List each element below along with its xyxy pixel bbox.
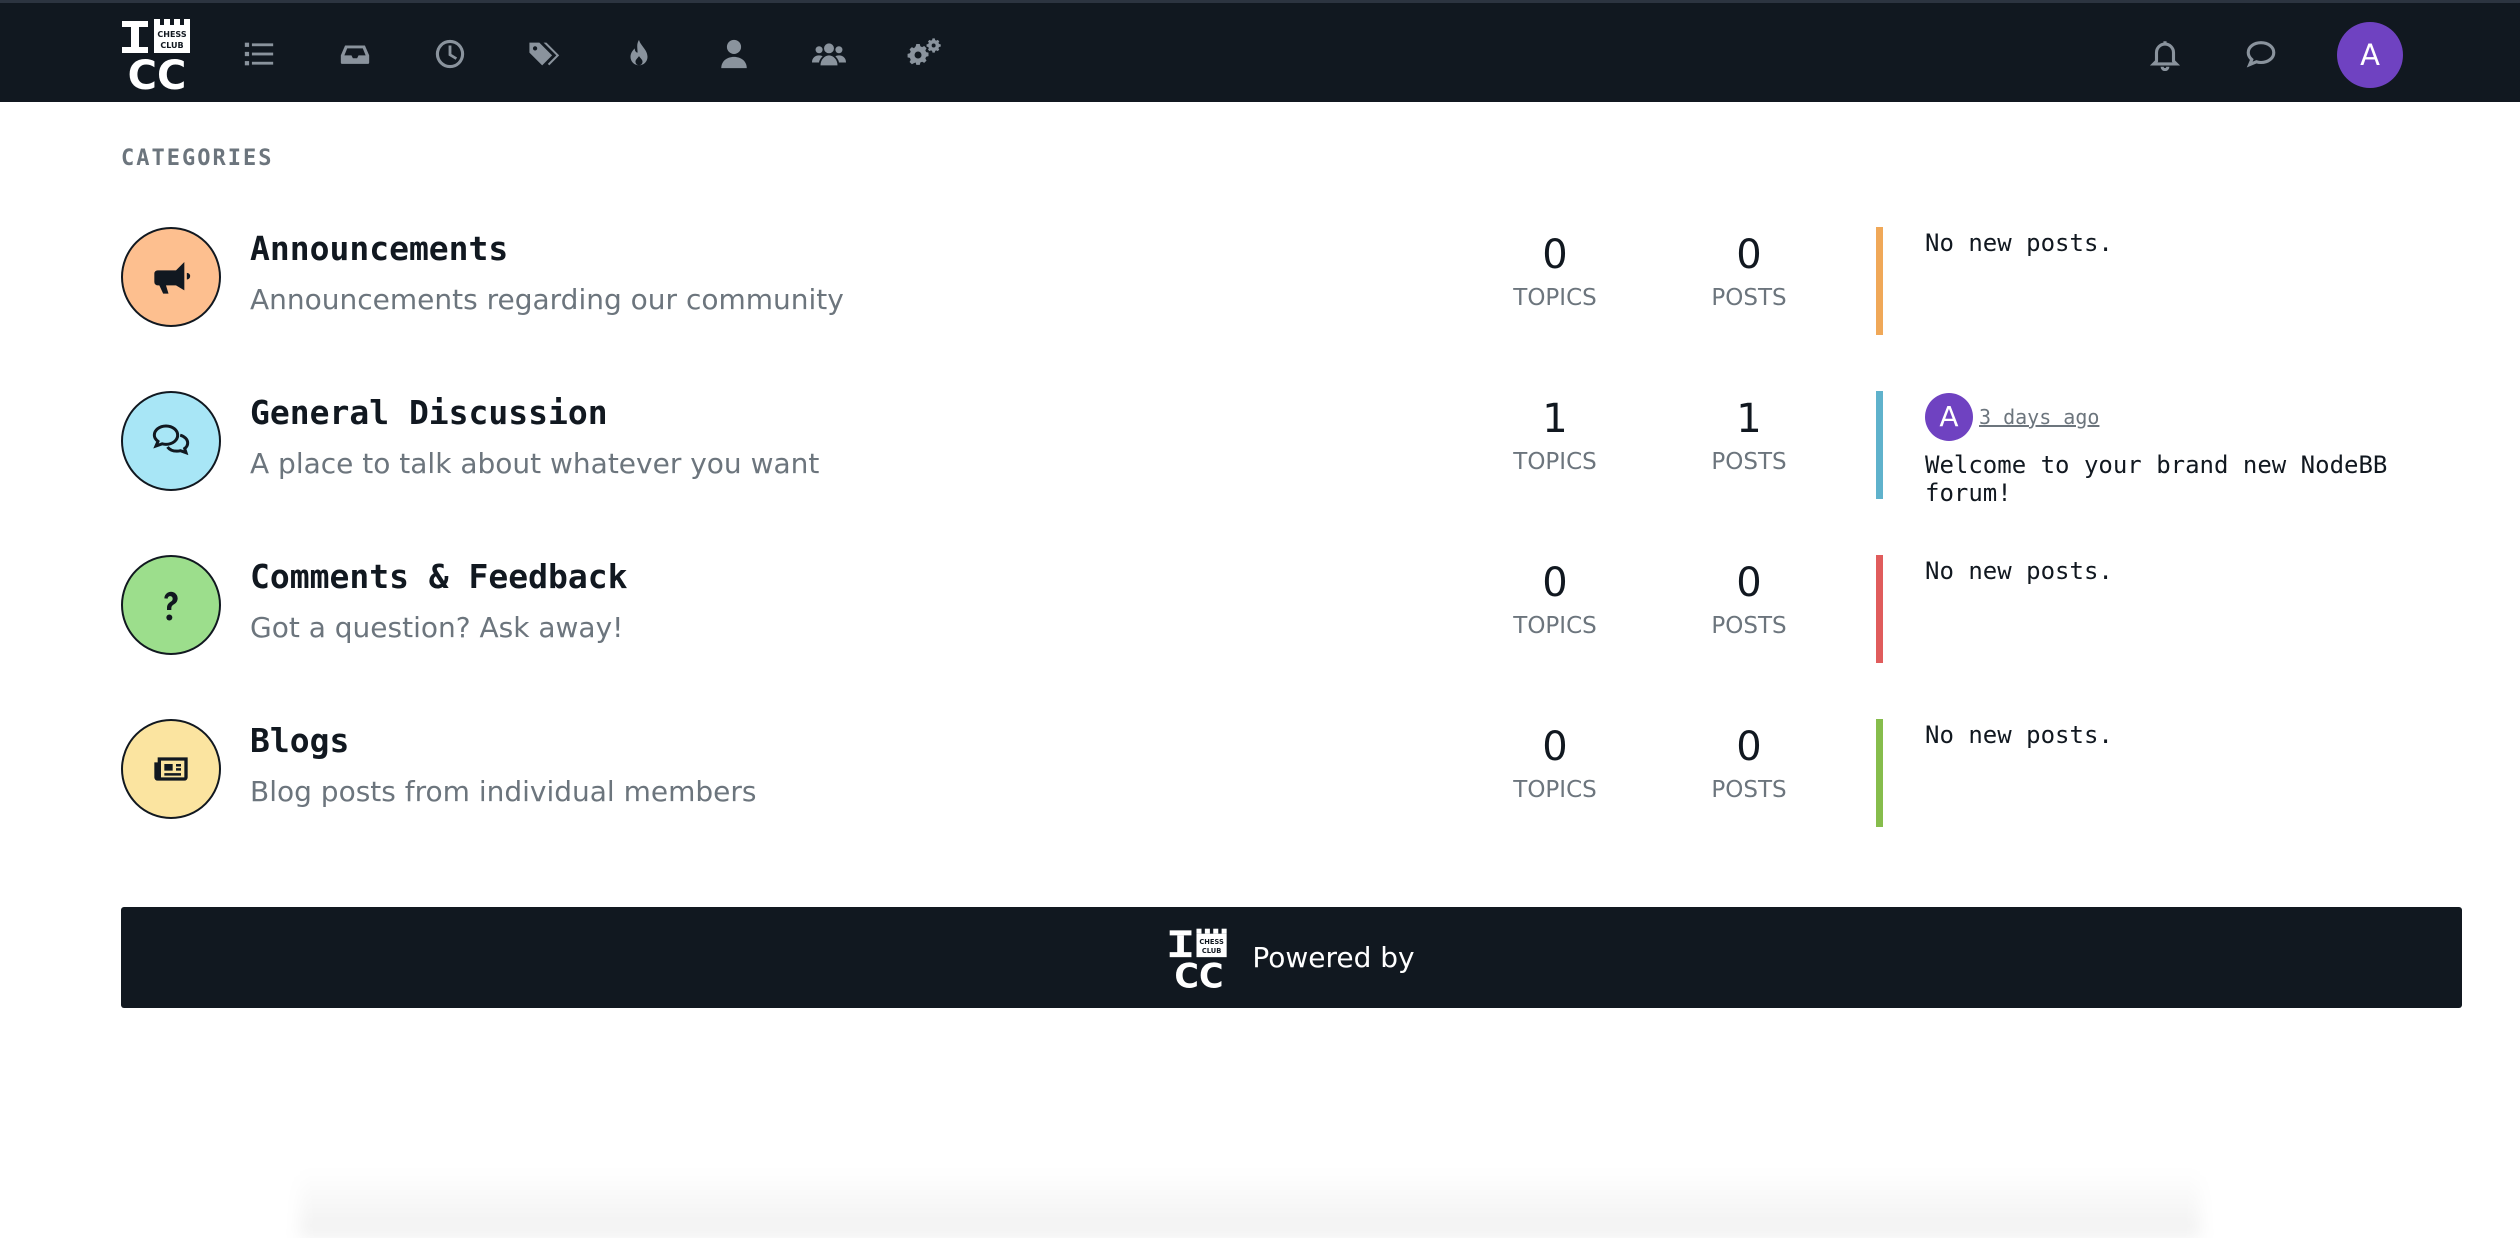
svg-text:CC: CC [128, 53, 187, 91]
unread-icon[interactable] [334, 33, 376, 75]
popular-icon[interactable] [618, 33, 660, 75]
last-post: A 3 days ago Welcome to your brand new N… [1925, 393, 2405, 507]
last-post-avatar[interactable]: A [1925, 393, 1973, 441]
recent-icon[interactable] [429, 33, 471, 75]
category-description: Announcements regarding our community [250, 283, 844, 316]
svg-text:CLUB: CLUB [1202, 946, 1221, 954]
last-post: No new posts. [1925, 229, 2405, 257]
category-title[interactable]: General Discussion [250, 393, 608, 432]
topics-stat: 1 TOPICS [1490, 391, 1620, 475]
topics-count: 1 [1542, 396, 1568, 442]
categories-icon[interactable] [238, 33, 280, 75]
last-post: No new posts. [1925, 721, 2405, 749]
posts-count: 0 [1736, 724, 1762, 770]
category-title[interactable]: Comments & Feedback [250, 557, 628, 596]
page-title: CATEGORIES [121, 146, 274, 171]
category-color-bar [1876, 227, 1883, 335]
question-icon [164, 591, 178, 621]
last-post-text: No new posts. [1925, 229, 2113, 257]
posts-count: 1 [1736, 396, 1762, 442]
category-icon-wrapper[interactable] [121, 719, 221, 819]
category-icon-wrapper[interactable] [121, 227, 221, 327]
groups-icon[interactable] [808, 33, 850, 75]
svg-text:CHESS: CHESS [157, 30, 186, 39]
topics-label: TOPICS [1513, 449, 1597, 475]
category-color-bar [1876, 719, 1883, 827]
ichess-club-logo[interactable]: CHESS CLUB CC [120, 17, 194, 91]
topics-count: 0 [1542, 724, 1568, 770]
posts-count: 0 [1736, 232, 1762, 278]
page-bottom-shadow [300, 1170, 2200, 1238]
posts-label: POSTS [1711, 613, 1787, 639]
category-title[interactable]: Blogs [250, 721, 349, 760]
posts-label: POSTS [1711, 449, 1787, 475]
bell-icon[interactable] [2144, 33, 2186, 75]
topics-label: TOPICS [1513, 613, 1597, 639]
category-description: Blog posts from individual members [250, 775, 757, 808]
category-color-bar [1876, 555, 1883, 663]
category-row: Announcements Announcements regarding ou… [0, 227, 2520, 347]
topics-stat: 0 TOPICS [1490, 719, 1620, 803]
footer: CHESS CLUB CC Powered by [121, 907, 2462, 1008]
users-icon[interactable] [713, 33, 755, 75]
last-post-text[interactable]: Welcome to your brand new NodeBB forum! [1925, 451, 2405, 507]
category-row: Comments & Feedback Got a question? Ask … [0, 555, 2520, 675]
topics-stat: 0 TOPICS [1490, 227, 1620, 311]
category-row: General Discussion A place to talk about… [0, 391, 2520, 511]
category-description: Got a question? Ask away! [250, 611, 624, 644]
last-post: No new posts. [1925, 557, 2405, 585]
topics-stat: 0 TOPICS [1490, 555, 1620, 639]
comments-icon [152, 424, 190, 456]
topics-count: 0 [1542, 232, 1568, 278]
category-icon-wrapper[interactable] [121, 555, 221, 655]
last-post-text: No new posts. [1925, 557, 2113, 585]
posts-stat: 0 POSTS [1684, 719, 1814, 803]
posts-stat: 0 POSTS [1684, 555, 1814, 639]
category-description: A place to talk about whatever you want [250, 447, 820, 480]
ichess-club-logo[interactable]: CHESS CLUB CC [1168, 927, 1230, 989]
category-row: Blogs Blog posts from individual members… [0, 719, 2520, 839]
admin-icon[interactable] [903, 33, 945, 75]
posts-stat: 1 POSTS [1684, 391, 1814, 475]
svg-text:CHESS: CHESS [1200, 937, 1225, 945]
bullhorn-icon [154, 262, 191, 294]
category-title[interactable]: Announcements [250, 229, 508, 268]
tags-icon[interactable] [524, 33, 566, 75]
top-navbar: CHESS CLUB CC A [0, 0, 2520, 102]
svg-text:CC: CC [1175, 956, 1224, 989]
newspaper-icon [154, 757, 188, 781]
topics-label: TOPICS [1513, 285, 1597, 311]
last-post-time-link[interactable]: 3 days ago [1979, 403, 2099, 431]
powered-by-text: Powered by [1252, 941, 1415, 974]
user-avatar[interactable]: A [2337, 22, 2403, 88]
svg-text:CLUB: CLUB [160, 41, 183, 50]
posts-stat: 0 POSTS [1684, 227, 1814, 311]
topics-count: 0 [1542, 560, 1568, 606]
category-icon-wrapper[interactable] [121, 391, 221, 491]
last-post-text: No new posts. [1925, 721, 2113, 749]
posts-count: 0 [1736, 560, 1762, 606]
posts-label: POSTS [1711, 285, 1787, 311]
category-color-bar [1876, 391, 1883, 499]
chat-icon[interactable] [2240, 33, 2282, 75]
topics-label: TOPICS [1513, 777, 1597, 803]
posts-label: POSTS [1711, 777, 1787, 803]
